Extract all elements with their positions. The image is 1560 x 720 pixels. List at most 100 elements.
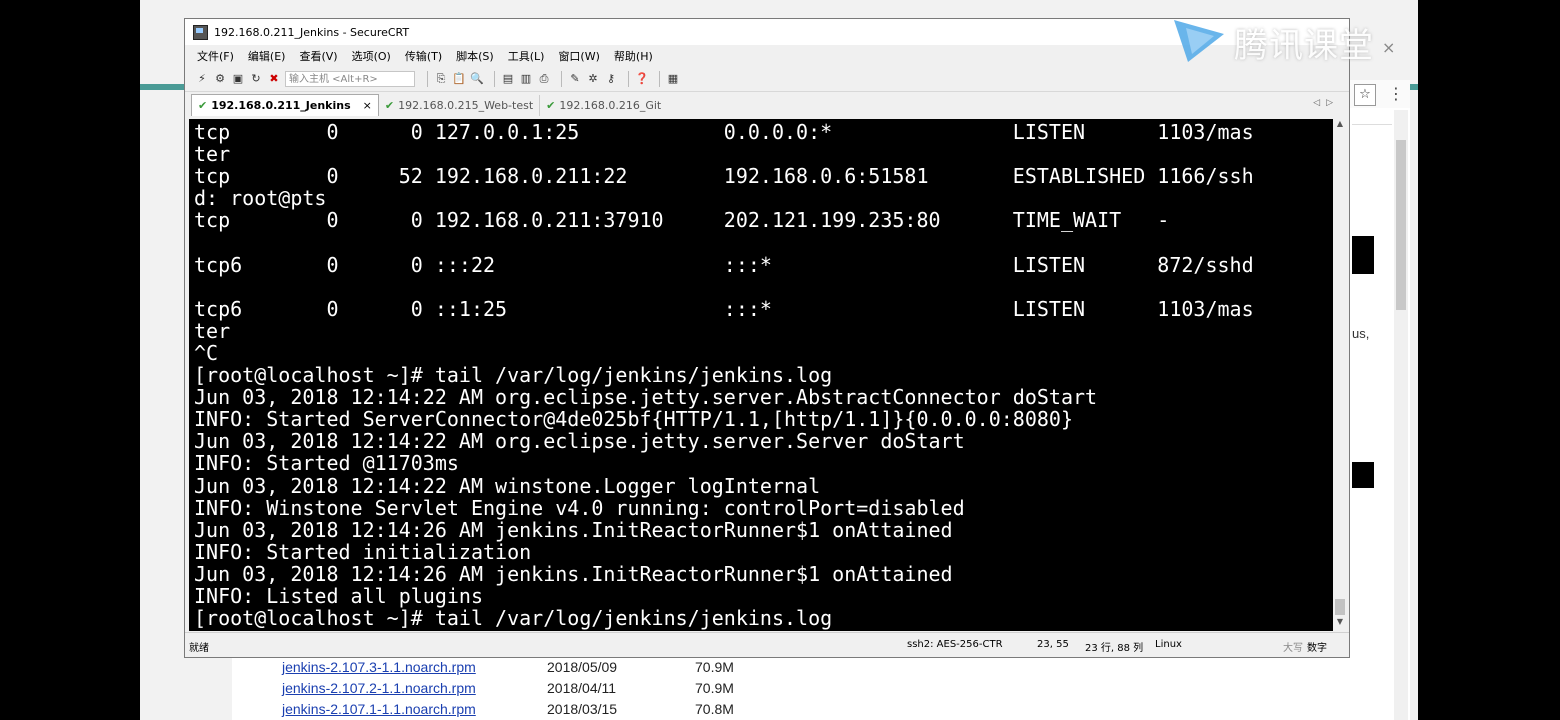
window-title: 192.168.0.211_Jenkins - SecureCRT xyxy=(214,25,410,39)
menu-tools[interactable]: 工具(L) xyxy=(508,48,545,64)
host-input[interactable]: 输入主机 <Alt+R> xyxy=(285,71,415,87)
scrollbar-thumb[interactable] xyxy=(1335,599,1345,615)
tab-close-icon[interactable]: × xyxy=(363,99,372,112)
terminal-line: INFO: Winstone Servlet Engine v4.0 runni… xyxy=(194,495,965,520)
browser-menu-icon[interactable]: ⋮ xyxy=(1388,84,1404,103)
table-row: jenkins-2.107.2-1.1.noarch.rpm 2018/04/1… xyxy=(282,677,734,698)
status-num: 数字 xyxy=(1307,643,1327,654)
background-divider xyxy=(1352,124,1392,125)
watermark-text: 腾讯课堂 xyxy=(1234,26,1374,66)
connect-tab-icon[interactable]: ▣ xyxy=(231,72,245,86)
table-row: jenkins-2.107.1-1.1.noarch.rpm 2018/03/1… xyxy=(282,698,734,719)
status-size: 23 行, 88 列 xyxy=(1085,643,1144,654)
help-icon[interactable]: ❓ xyxy=(635,72,649,86)
keymap-icon[interactable]: ⚷ xyxy=(604,72,618,86)
toolbar-separator xyxy=(659,71,660,87)
file-size: 70.9M xyxy=(695,679,734,696)
file-size: 70.8M xyxy=(695,700,734,717)
session-tabs: ✔ 192.168.0.211_Jenkins × ✔ 192.168.0.21… xyxy=(185,92,1349,116)
print-preview-icon[interactable]: ▥ xyxy=(519,72,533,86)
terminal-scrollbar[interactable]: ▲ ▼ xyxy=(1333,119,1347,631)
session-options-icon[interactable]: ✎ xyxy=(568,72,582,86)
status-cursor: 23, 55 xyxy=(1037,639,1069,650)
file-link[interactable]: jenkins-2.107.2-1.1.noarch.rpm xyxy=(282,680,476,696)
status-cipher: ssh2: AES-256-CTR xyxy=(907,639,1003,650)
connected-check-icon: ✔ xyxy=(384,99,395,112)
quick-connect-icon[interactable]: ⚙ xyxy=(213,72,227,86)
status-os: Linux xyxy=(1155,639,1182,650)
toolbar: ⚡ ⚙ ▣ ↻ ✖ 输入主机 <Alt+R> ⎘ 📋 🔍 ▤ ▥ ⎙ ✎ ✲ ⚷… xyxy=(185,67,1349,92)
toolbar-separator xyxy=(628,71,629,87)
menu-edit[interactable]: 编辑(E) xyxy=(248,48,286,64)
status-ready: 就绪 xyxy=(189,643,209,654)
scroll-up-icon[interactable]: ▲ xyxy=(1333,119,1347,133)
menu-help[interactable]: 帮助(H) xyxy=(614,48,653,64)
print-icon[interactable]: ⎙ xyxy=(537,72,551,86)
scroll-down-icon[interactable]: ▼ xyxy=(1333,617,1347,631)
tab-label: 192.168.0.211_Jenkins xyxy=(211,99,351,112)
menu-window[interactable]: 窗口(W) xyxy=(558,48,599,64)
terminal-line: [root@localhost ~]# tail /var/log/jenkin… xyxy=(194,363,833,388)
file-link[interactable]: jenkins-2.107.3-1.1.noarch.rpm xyxy=(282,659,476,675)
terminal-line: ter xyxy=(194,142,231,167)
terminal-line: tcp 0 0 127.0.0.1:25 0.0.0.0:* LISTEN 11… xyxy=(194,120,1254,144)
toolbar-separator xyxy=(494,71,495,87)
background-dark-block xyxy=(1352,462,1374,488)
terminal-line: Jun 03, 2018 12:14:22 AM org.eclipse.jet… xyxy=(194,385,1098,410)
tab-label: 192.168.0.215_Web-test xyxy=(398,99,534,112)
browser-scrollbar-thumb[interactable] xyxy=(1396,140,1406,310)
background-partial-text: us, xyxy=(1352,326,1370,341)
file-link[interactable]: jenkins-2.107.1-1.1.noarch.rpm xyxy=(282,701,476,717)
terminal-line: [root@localhost ~]# tail /var/log/jenkin… xyxy=(194,606,833,631)
terminal-line: INFO: Started ServerConnector@4de025bf{H… xyxy=(194,407,1073,432)
global-options-icon[interactable]: ✲ xyxy=(586,72,600,86)
connected-check-icon: ✔ xyxy=(198,99,208,112)
tab-jenkins[interactable]: ✔ 192.168.0.211_Jenkins × xyxy=(191,94,379,116)
file-date: 2018/05/09 xyxy=(547,658,618,675)
terminal-line: tcp 0 52 192.168.0.211:22 192.168.0.6:51… xyxy=(194,164,1254,189)
file-size: 70.9M xyxy=(695,658,734,675)
tab-scroll-arrows-icon[interactable]: ◁▷ xyxy=(1313,98,1339,108)
status-bar: 就绪 ssh2: AES-256-CTR 23, 55 23 行, 88 列 L… xyxy=(185,632,1349,657)
terminal-line: tcp 0 0 192.168.0.211:37910 202.121.199.… xyxy=(194,208,1170,233)
sftp-icon[interactable]: ▦ xyxy=(666,72,680,86)
print-setup-icon[interactable]: ▤ xyxy=(501,72,515,86)
terminal-line: INFO: Listed all plugins xyxy=(194,583,483,608)
tab-label: 192.168.0.216_Git xyxy=(559,99,662,112)
securecrt-app-icon xyxy=(193,24,208,40)
terminal-line: Jun 03, 2018 12:14:22 AM org.eclipse.jet… xyxy=(194,429,965,454)
browser-tab-close-icon[interactable]: × xyxy=(1382,38,1395,57)
tab-git[interactable]: ✔ 192.168.0.216_Git xyxy=(540,95,667,116)
terminal-line: tcp6 0 0 ::1:25 :::* LISTEN 1103/mas xyxy=(194,296,1254,321)
menu-view[interactable]: 查看(V) xyxy=(299,48,337,64)
copy-icon[interactable]: ⎘ xyxy=(434,72,448,86)
bookmark-star-icon[interactable]: ☆ xyxy=(1354,84,1376,106)
toolbar-separator xyxy=(427,71,428,87)
reconnect-icon[interactable]: ↻ xyxy=(249,72,263,86)
terminal-line: Jun 03, 2018 12:14:26 AM jenkins.InitRea… xyxy=(194,561,953,586)
status-caps: 大写 xyxy=(1283,643,1303,654)
terminal-output[interactable]: tcp 0 0 127.0.0.1:25 0.0.0.0:* LISTEN 11… xyxy=(189,119,1333,631)
menu-file[interactable]: 文件(F) xyxy=(197,48,234,64)
menu-options[interactable]: 选项(O) xyxy=(352,48,391,64)
paste-icon[interactable]: 📋 xyxy=(452,72,466,86)
find-icon[interactable]: 🔍 xyxy=(470,72,484,86)
connect-icon[interactable]: ⚡ xyxy=(195,72,209,86)
securecrt-window: 192.168.0.211_Jenkins - SecureCRT 文件(F) … xyxy=(184,18,1350,658)
terminal-line: Jun 03, 2018 12:14:26 AM jenkins.InitRea… xyxy=(194,517,953,542)
terminal-line: d: root@pts xyxy=(194,186,327,211)
terminal-line: tcp6 0 0 :::22 :::* LISTEN 872/sshd xyxy=(194,252,1254,277)
menu-script[interactable]: 脚本(S) xyxy=(456,48,494,64)
background-dark-block xyxy=(1352,236,1374,274)
terminal-line: INFO: Started @11703ms xyxy=(194,451,459,476)
terminal-line: Jun 03, 2018 12:14:22 AM winstone.Logger… xyxy=(194,473,821,498)
tab-web-test[interactable]: ✔ 192.168.0.215_Web-test xyxy=(379,95,541,116)
disconnect-icon[interactable]: ✖ xyxy=(267,72,281,86)
file-date: 2018/04/11 xyxy=(547,679,617,696)
toolbar-separator xyxy=(561,71,562,87)
file-listing-table: jenkins-2.107.3-1.1.noarch.rpm 2018/05/0… xyxy=(282,656,734,719)
file-date: 2018/03/15 xyxy=(547,700,618,717)
connected-check-icon: ✔ xyxy=(546,99,556,112)
terminal-line: INFO: Started initialization xyxy=(194,539,532,564)
menu-transfer[interactable]: 传输(T) xyxy=(405,48,442,64)
